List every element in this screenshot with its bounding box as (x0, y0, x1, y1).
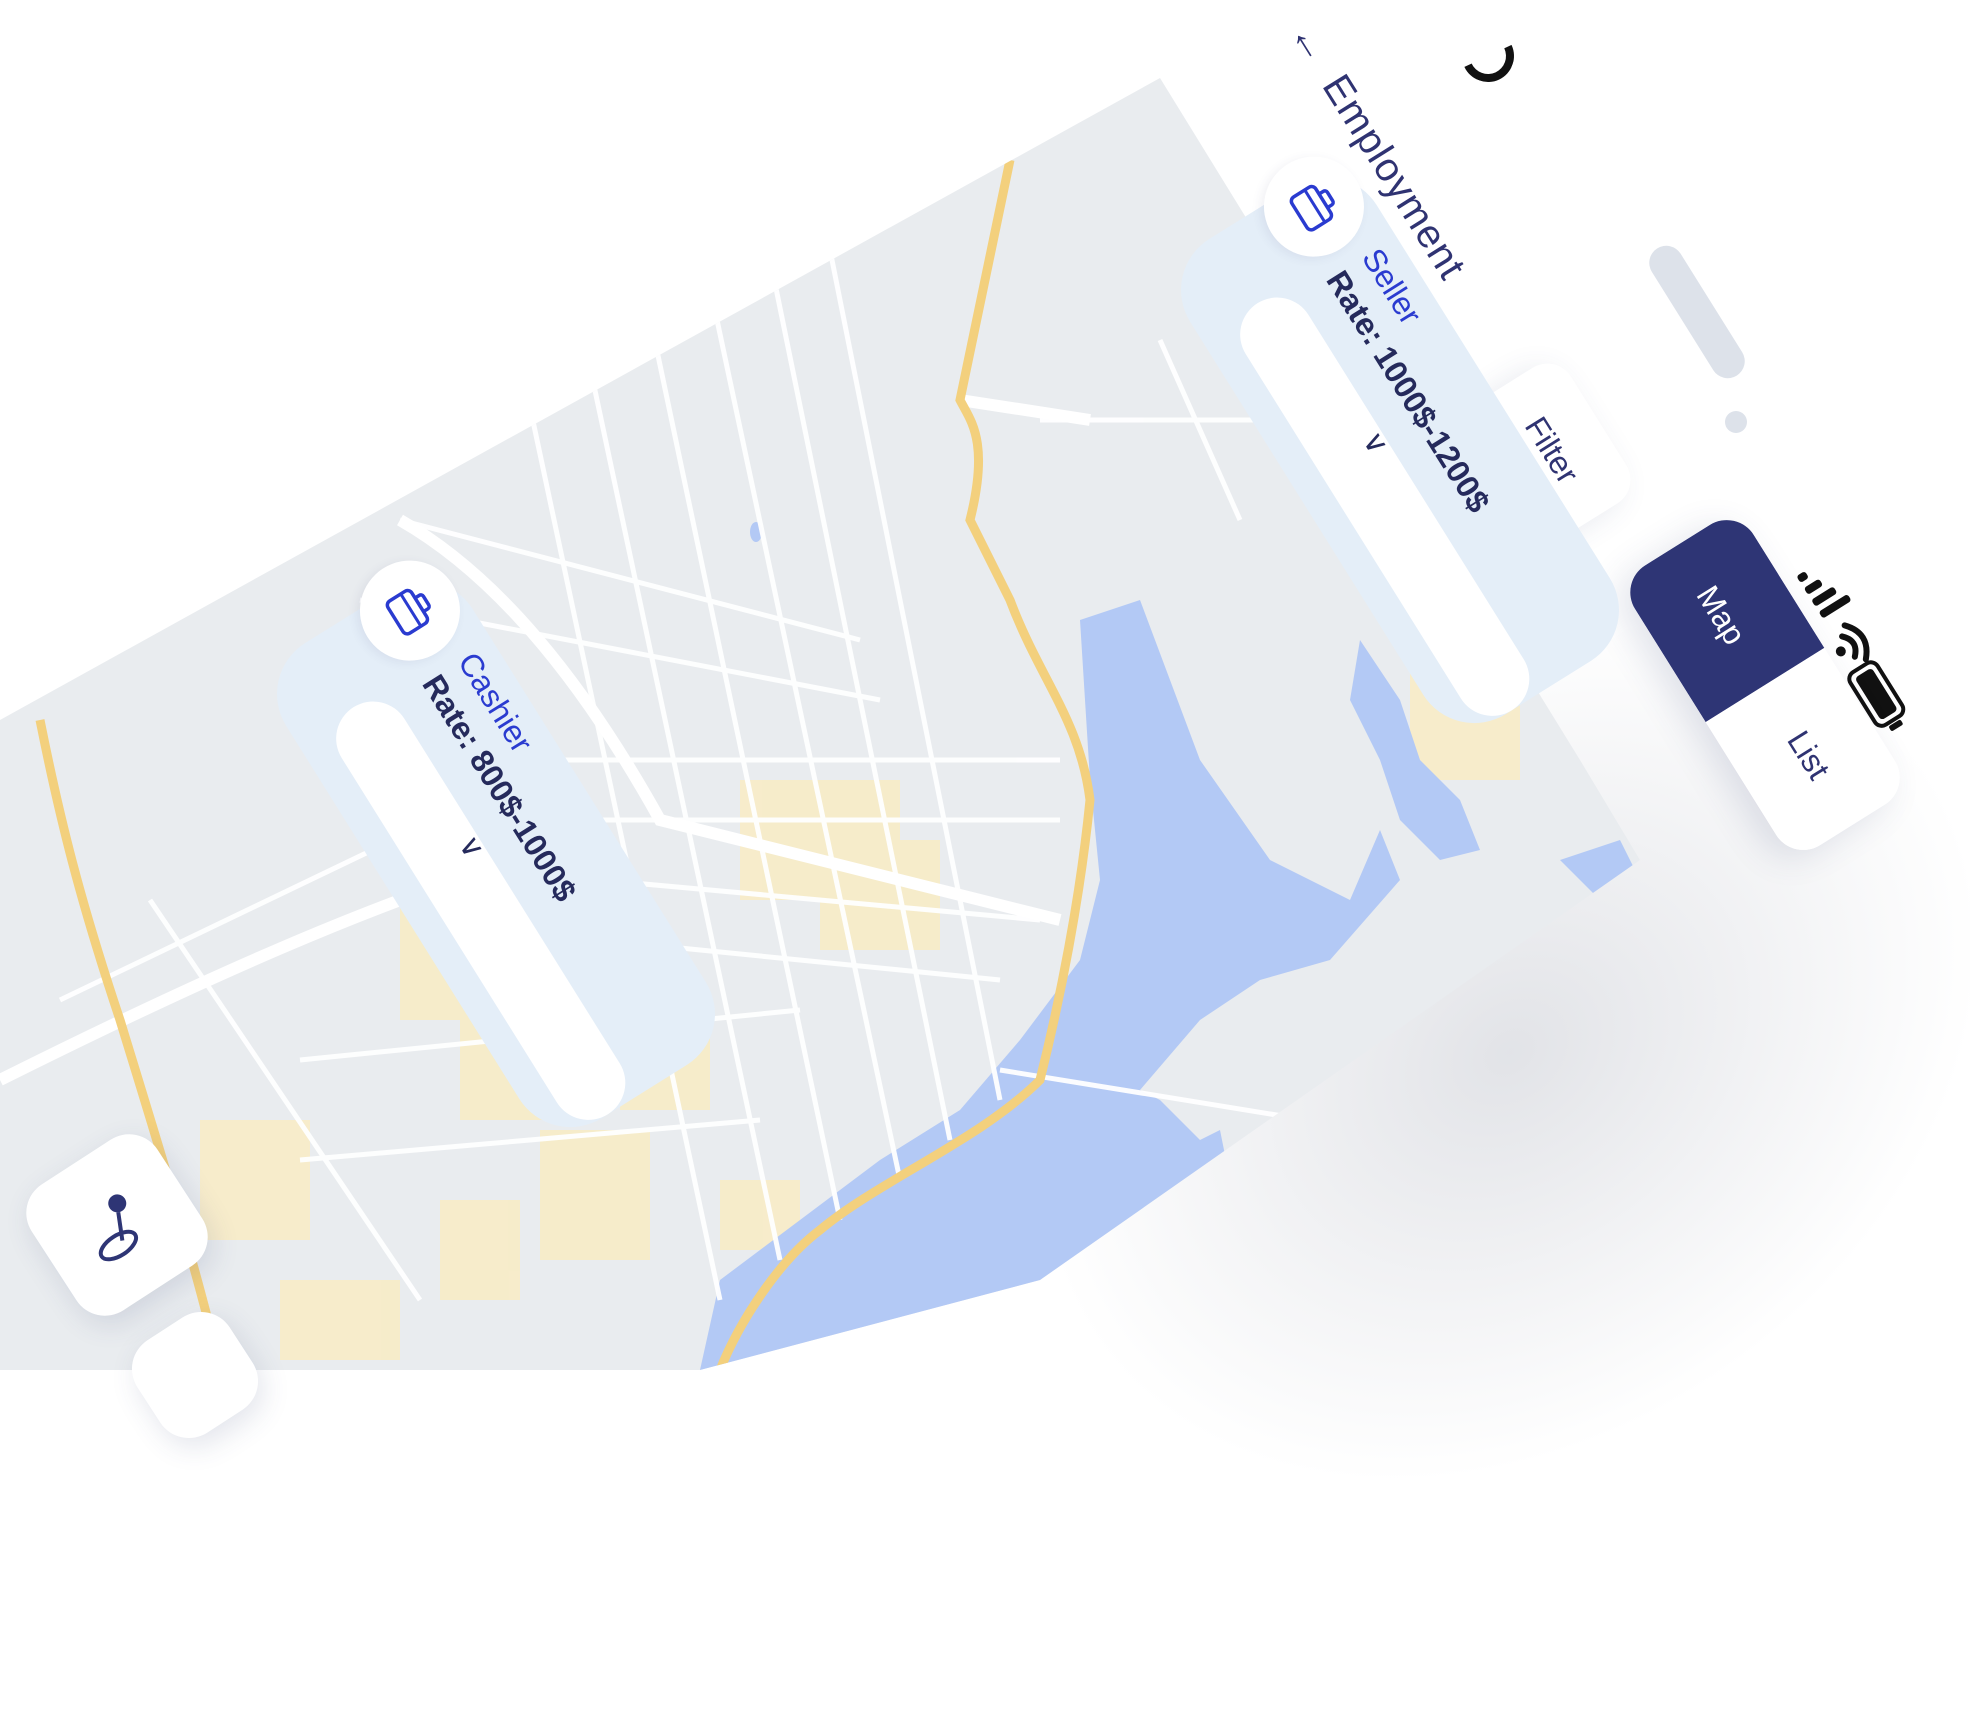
tab-list-label: List (1780, 724, 1838, 786)
camera-dot (1725, 411, 1747, 433)
tab-map-label: Map (1689, 578, 1754, 651)
location-pin-icon (98, 1194, 139, 1262)
